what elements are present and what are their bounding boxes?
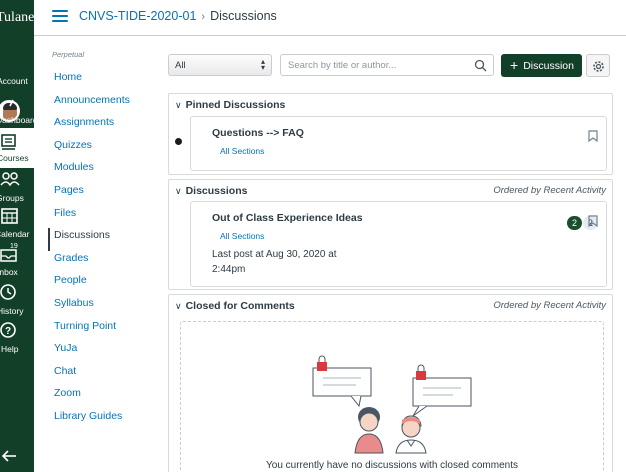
- global-nav-label: Inbox: [0, 267, 18, 277]
- breadcrumb-course-link[interactable]: CNVS-TIDE-2020-01: [79, 9, 196, 23]
- global-nav-label: Dashboard: [0, 115, 34, 125]
- global-nav-label: Calendar: [0, 229, 30, 239]
- closed-section-toggle[interactable]: ∨ Closed for Comments: [175, 295, 295, 317]
- course-nav: Perpetual Home Announcements Assignments…: [48, 50, 166, 432]
- bookmark-icon[interactable]: [588, 130, 598, 142]
- empty-state-dropzone: You currently have no discussions with c…: [180, 321, 604, 472]
- help-icon: ?: [0, 322, 16, 338]
- global-nav-groups[interactable]: Groups: [0, 170, 34, 208]
- global-nav-history[interactable]: History: [0, 283, 34, 321]
- inbox-count-badge: 19: [10, 243, 18, 250]
- empty-state-message: You currently have no discussions with c…: [266, 460, 518, 471]
- plus-icon: +: [510, 57, 519, 73]
- search-input[interactable]: [281, 55, 461, 76]
- add-discussion-button[interactable]: + Discussion: [501, 54, 582, 77]
- course-term: Perpetual: [52, 50, 85, 59]
- dashboard-icon: [1, 99, 19, 107]
- course-nav-home[interactable]: Home: [48, 70, 166, 93]
- course-nav-discussions[interactable]: Discussions: [48, 228, 166, 251]
- breadcrumb-separator-icon: ›: [201, 11, 206, 23]
- breadcrumb: CNVS-TIDE-2020-01 › Discussions: [79, 9, 277, 23]
- discussion-filter-select[interactable]: All ▴ ▾: [168, 54, 272, 76]
- closed-comments-illustration: [312, 355, 472, 454]
- global-nav-dashboard[interactable]: Dashboard: [0, 92, 34, 130]
- discussion-title-link[interactable]: Questions --> FAQ: [212, 127, 304, 139]
- course-nav-yuja[interactable]: YuJa: [48, 341, 166, 364]
- courses-icon: [1, 134, 16, 150]
- course-nav-grades[interactable]: Grades: [48, 251, 166, 274]
- filter-selected-value: All: [175, 60, 186, 71]
- pinned-section-toggle[interactable]: ∨ Pinned Discussions: [175, 94, 285, 116]
- unread-indicator-dot: [175, 138, 182, 145]
- course-nav-chat[interactable]: Chat: [48, 364, 166, 387]
- global-nav-label: Groups: [0, 193, 24, 203]
- course-nav-files[interactable]: Files: [48, 206, 166, 229]
- institution-logo[interactable]: Tulane: [0, 10, 34, 26]
- global-nav-label: Help: [1, 344, 19, 354]
- course-nav-announcements[interactable]: Announcements: [48, 93, 166, 116]
- unread-count-badge: 2: [567, 216, 583, 230]
- collapse-nav-icon[interactable]: [0, 446, 20, 466]
- ordered-by-label: Ordered by Recent Activity: [493, 185, 606, 196]
- ordered-by-label: Ordered by Recent Activity: [493, 300, 606, 311]
- breadcrumb-current: Discussions: [210, 9, 277, 23]
- chevron-down-icon: ∨: [175, 301, 182, 311]
- discussion-sections: All Sections: [220, 146, 265, 156]
- course-nav-zoom[interactable]: Zoom: [48, 386, 166, 409]
- discussions-section-toggle[interactable]: ∨ Discussions: [175, 180, 247, 202]
- course-nav-quizzes[interactable]: Quizzes: [48, 138, 166, 161]
- page-header: CNVS-TIDE-2020-01 › Discussions: [34, 0, 626, 36]
- hamburger-menu-icon[interactable]: [52, 10, 68, 22]
- select-arrows-icon: ▴ ▾: [260, 57, 265, 72]
- global-nav-calendar[interactable]: Calendar: [0, 206, 34, 244]
- discussion-title-link[interactable]: Out of Class Experience Ideas: [212, 212, 363, 224]
- search-box: [280, 54, 494, 76]
- search-icon[interactable]: [474, 59, 487, 72]
- history-icon: [0, 284, 16, 300]
- course-nav-library-guides[interactable]: Library Guides: [48, 409, 166, 432]
- bookmark-icon[interactable]: [588, 215, 598, 227]
- gear-icon: [593, 61, 604, 72]
- closed-discussions-section: ∨ Closed for Comments Ordered by Recent A…: [168, 294, 613, 472]
- global-nav-label: Account: [0, 76, 28, 86]
- discussion-sections: All Sections: [220, 231, 265, 241]
- last-post-timestamp: Last post at Aug 30, 2020 at 2:44pm: [212, 249, 337, 275]
- course-nav-people[interactable]: People: [48, 273, 166, 296]
- pinned-discussions-section: ∨ Pinned Discussions Questions --> FAQ Al…: [168, 93, 613, 175]
- svg-text:?: ?: [5, 326, 11, 337]
- section-title: Discussions: [185, 185, 248, 197]
- chevron-down-icon: ∨: [175, 100, 182, 110]
- global-nav-inbox[interactable]: 19 Inbox: [0, 243, 34, 282]
- calendar-icon: [1, 208, 18, 224]
- global-nav-label: History: [0, 306, 24, 316]
- global-nav-courses[interactable]: Courses: [0, 128, 34, 168]
- course-nav-syllabus[interactable]: Syllabus: [48, 296, 166, 319]
- course-nav-modules[interactable]: Modules: [48, 160, 166, 183]
- discussions-section: ∨ Discussions Ordered by Recent Activity …: [168, 179, 613, 290]
- add-discussion-label: Discussion: [523, 60, 574, 72]
- groups-icon: [0, 172, 20, 187]
- global-nav-help[interactable]: ? Help: [0, 321, 34, 359]
- global-nav-account[interactable]: Account: [0, 48, 34, 122]
- course-nav-turning-point[interactable]: Turning Point: [48, 319, 166, 342]
- pinned-discussion-card[interactable]: Questions --> FAQ All Sections: [190, 116, 607, 171]
- section-title: Pinned Discussions: [185, 99, 286, 111]
- course-nav-pages[interactable]: Pages: [48, 183, 166, 206]
- discussion-settings-button[interactable]: [586, 54, 610, 77]
- chevron-down-icon: ∨: [175, 186, 182, 196]
- global-nav: Tulane Account Dashboard Courses Groups …: [0, 0, 34, 472]
- discussion-card[interactable]: Out of Class Experience Ideas All Sectio…: [190, 201, 607, 287]
- section-title: Closed for Comments: [185, 300, 295, 312]
- course-nav-assignments[interactable]: Assignments: [48, 115, 166, 138]
- global-nav-label: Courses: [0, 153, 29, 163]
